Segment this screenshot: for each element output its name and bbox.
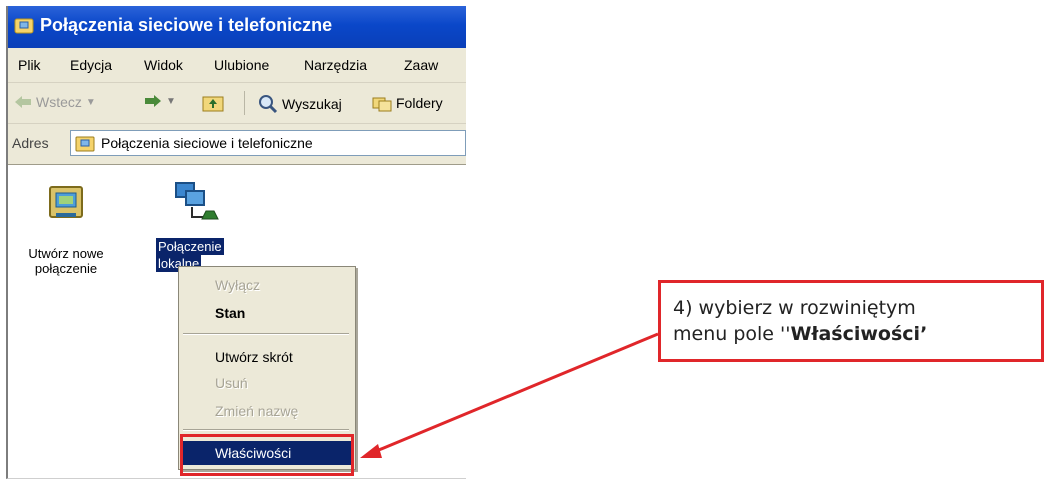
callout-text: 4) wybierz w rozwiniętym menu pole ''Wła… <box>673 295 927 347</box>
callout-line2-bold: Właściwości <box>790 323 921 345</box>
instruction-arrow <box>360 332 659 458</box>
callout-line2-prefix: menu pole '' <box>673 323 791 345</box>
instruction-callout: 4) wybierz w rozwiniętym menu pole ''Wła… <box>658 280 1044 362</box>
callout-line2-suffix: ’ <box>920 323 928 345</box>
callout-line1: 4) wybierz w rozwiniętym <box>673 297 916 319</box>
callout-line2: menu pole ''Właściwości’ <box>673 321 927 347</box>
